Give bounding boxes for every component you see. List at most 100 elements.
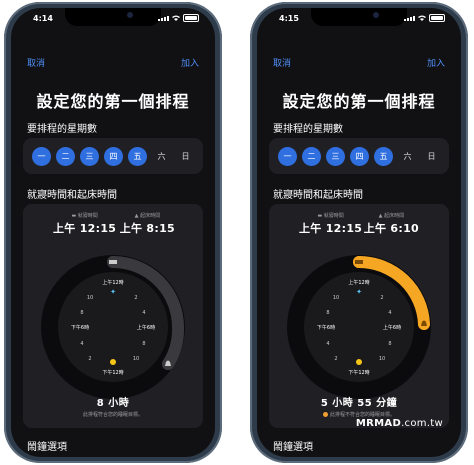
wifi-icon (418, 15, 426, 21)
watermark-bold: MRMAD (355, 418, 402, 429)
bedtime-value: 上午 12:15 (299, 222, 363, 235)
sheet-grabber (31, 30, 195, 36)
day-selector: 一 二 三 四 五 六 日 (269, 138, 449, 174)
bedtime-display: ▬ 就寢時間 上午 12:15 (299, 212, 362, 236)
star-icon: ✦ (110, 288, 116, 296)
days-heading: 要排程的星期數 (27, 124, 97, 135)
dial-label-bottom: 下午12時 (102, 369, 123, 376)
sleep-dial[interactable]: 上午12時 上午6時 下午12時 下午6時 10 2 8 4 4 8 2 10 … (284, 252, 434, 402)
times-heading: 就寢時間和起床時間 (273, 190, 363, 201)
hour-8: 8 (80, 310, 83, 316)
warning-dot-icon (322, 412, 328, 417)
add-button[interactable]: 加入 (427, 56, 445, 69)
dial-label-right: 上午6時 (137, 324, 155, 331)
day-toggle-sun[interactable]: 日 (422, 147, 441, 166)
times-heading: 就寢時間和起床時間 (27, 190, 117, 201)
sun-icon (110, 359, 116, 365)
days-heading: 要排程的星期數 (273, 124, 343, 135)
bed-icon (109, 260, 117, 264)
schedule-summary: 5 小時 55 分鐘 此排程不符合您的睡眠目標。 (269, 394, 449, 418)
wifi-icon (172, 15, 180, 21)
goal-note: 此排程符合您的睡眠目標。 (82, 412, 143, 418)
sleep-duration: 5 小時 55 分鐘 (320, 398, 398, 409)
watermark: MRMAD.com.tw (356, 418, 443, 429)
screen-left: 4:14 取消 加入 設定您的第一個排程 要排程的星期數 一 二 三 四 五 六… (11, 8, 215, 457)
hour-4b: 4 (326, 341, 329, 347)
sleep-schedule-card: ▬ 就寢時間 上午 12:15 ▲ 起床時間 上午 8:15 上午12時 上午6… (23, 204, 203, 428)
dial-label-left: 下午6時 (317, 324, 335, 331)
page-title: 設定您的第一個排程 (282, 92, 436, 111)
day-toggle-sat[interactable]: 六 (398, 147, 417, 166)
bed-icon (355, 260, 363, 264)
screen-right: 4:15 取消 加入 設定您的第一個排程 要排程的星期數 一 二 三 四 五 六… (257, 8, 461, 457)
watermark-light: .com.tw (401, 418, 443, 429)
status-bar: 4:15 (257, 12, 461, 28)
sheet-grabber (277, 30, 441, 36)
bedtime-label: 就寢時間 (77, 213, 98, 219)
day-toggle-thu[interactable]: 四 (104, 146, 123, 166)
add-button[interactable]: 加入 (181, 56, 199, 69)
hour-8b: 8 (388, 341, 391, 347)
hour-10b: 10 (379, 356, 385, 362)
day-toggle-sun[interactable]: 日 (176, 147, 195, 166)
bedtime-value: 上午 12:15 (53, 222, 117, 235)
alarm-options-heading: 鬧鐘選項 (273, 442, 313, 453)
wake-label: 起床時間 (384, 213, 405, 219)
hour-4: 4 (388, 310, 391, 316)
hour-4: 4 (142, 310, 145, 316)
sun-icon (356, 359, 362, 365)
hour-10b: 10 (133, 356, 139, 362)
dial-label-right: 上午6時 (383, 324, 401, 331)
sleep-duration: 8 小時 (96, 398, 130, 409)
wake-value: 上午 8:15 (119, 222, 175, 235)
goal-note: 此排程不符合您的睡眠目標。 (269, 411, 449, 418)
hour-10: 10 (333, 295, 339, 301)
hour-10: 10 (87, 295, 93, 301)
wake-value: 上午 6:10 (363, 222, 419, 235)
battery-icon (429, 14, 445, 22)
sleep-dial[interactable]: 上午12時 上午6時 下午12時 下午6時 10 2 8 4 4 8 2 10 … (38, 252, 188, 402)
day-toggle-tue[interactable]: 二 (302, 146, 321, 166)
day-toggle-sat[interactable]: 六 (152, 147, 171, 166)
dial-label-left: 下午6時 (71, 324, 89, 331)
wake-label: 起床時間 (140, 213, 161, 219)
dial-label-top: 上午12時 (102, 279, 123, 286)
page-title: 設定您的第一個排程 (36, 92, 190, 111)
day-toggle-mon[interactable]: 一 (278, 146, 297, 166)
day-toggle-fri[interactable]: 五 (128, 146, 147, 166)
cancel-button[interactable]: 取消 (273, 56, 291, 69)
status-time: 4:14 (33, 14, 53, 23)
day-toggle-thu[interactable]: 四 (350, 146, 369, 166)
sleep-schedule-card: ▬ 就寢時間 上午 12:15 ▲ 起床時間 上午 6:10 上午12時 上午6… (269, 204, 449, 428)
wake-display: ▲ 起床時間 上午 8:15 (120, 212, 175, 236)
phone-frame-left: 4:14 取消 加入 設定您的第一個排程 要排程的星期數 一 二 三 四 五 六… (4, 2, 222, 463)
dial-label-top: 上午12時 (348, 279, 369, 286)
hour-2b: 2 (88, 356, 91, 362)
phone-frame-right: 4:15 取消 加入 設定您的第一個排程 要排程的星期數 一 二 三 四 五 六… (250, 2, 468, 463)
battery-icon (183, 14, 199, 22)
hour-8: 8 (326, 310, 329, 316)
day-toggle-mon[interactable]: 一 (32, 146, 51, 166)
hour-2b: 2 (334, 356, 337, 362)
star-icon: ✦ (356, 288, 362, 296)
day-toggle-tue[interactable]: 二 (56, 146, 75, 166)
wake-display: ▲ 起床時間 上午 6:10 (364, 212, 419, 236)
day-selector: 一 二 三 四 五 六 日 (23, 138, 203, 174)
status-time: 4:15 (279, 14, 299, 23)
hour-2: 2 (380, 295, 383, 301)
signal-icon (158, 15, 169, 21)
day-toggle-fri[interactable]: 五 (374, 146, 393, 166)
signal-icon (404, 15, 415, 21)
alarm-options-heading: 鬧鐘選項 (27, 442, 67, 453)
cancel-button[interactable]: 取消 (27, 56, 45, 69)
hour-8b: 8 (142, 341, 145, 347)
schedule-summary: 8 小時 此排程符合您的睡眠目標。 (23, 394, 203, 418)
status-bar: 4:14 (11, 12, 215, 28)
status-icons (404, 14, 445, 22)
bedtime-label: 就寢時間 (323, 213, 344, 219)
status-icons (158, 14, 199, 22)
day-toggle-wed[interactable]: 三 (80, 146, 99, 166)
day-toggle-wed[interactable]: 三 (326, 146, 345, 166)
hour-4b: 4 (80, 341, 83, 347)
hour-2: 2 (134, 295, 137, 301)
